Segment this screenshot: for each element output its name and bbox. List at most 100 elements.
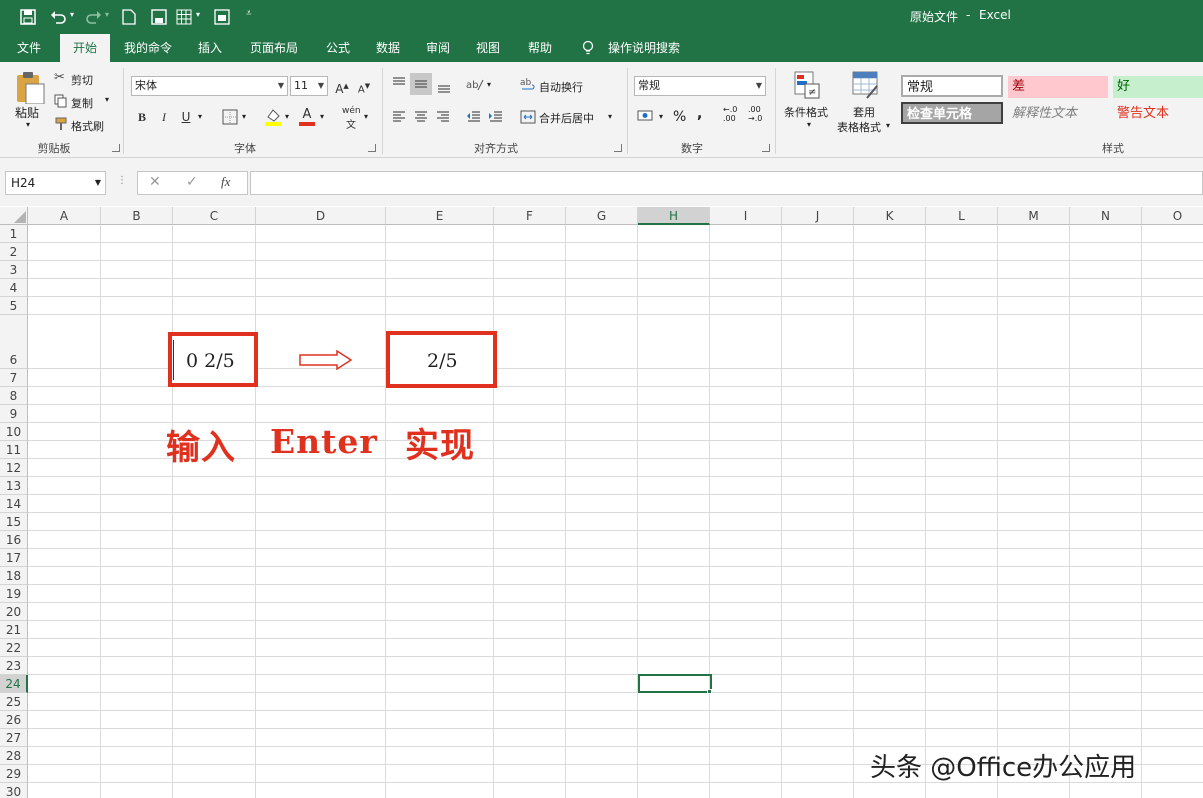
font-color-dropdown-icon[interactable]: ▾	[320, 112, 324, 121]
clipboard-launcher-icon[interactable]	[112, 144, 120, 152]
copy-dropdown-icon[interactable]: ▾	[105, 95, 109, 104]
grow-font-button[interactable]: A▲	[333, 77, 351, 96]
window-icon[interactable]	[214, 9, 230, 25]
insert-function-icon[interactable]: fx	[221, 174, 230, 190]
format-as-table-button[interactable]: 表格格式	[837, 119, 881, 135]
column-header-h[interactable]: H	[638, 207, 710, 225]
row-header-9[interactable]: 9	[0, 405, 28, 423]
phonetic-icon-char[interactable]: 文	[346, 116, 356, 131]
conditional-dropdown-icon[interactable]: ▾	[807, 120, 811, 129]
format-painter-button[interactable]: 格式刷	[71, 118, 104, 134]
enter-icon[interactable]: ✓	[186, 174, 198, 190]
number-format-combo[interactable]: 常规 ▼	[634, 76, 766, 96]
table-icon[interactable]	[176, 9, 192, 25]
undo-icon[interactable]	[50, 9, 66, 25]
row-header-23[interactable]: 23	[0, 657, 28, 675]
phonetic-dropdown-icon[interactable]: ▾	[364, 112, 368, 121]
decrease-indent-icon[interactable]	[466, 109, 482, 125]
table-dropdown-icon[interactable]: ▾	[196, 10, 200, 19]
column-header-e[interactable]: E	[386, 207, 494, 225]
tab-file[interactable]: 文件	[6, 34, 52, 62]
name-box[interactable]: H24 ▼	[5, 171, 106, 195]
row-header-18[interactable]: 18	[0, 567, 28, 585]
align-right-icon[interactable]	[435, 109, 451, 125]
row-header-4[interactable]: 4	[0, 279, 28, 297]
row-header-13[interactable]: 13	[0, 477, 28, 495]
phonetic-icon[interactable]: wén	[342, 106, 361, 116]
new-file-icon[interactable]	[122, 9, 136, 25]
row-header-20[interactable]: 20	[0, 603, 28, 621]
tab-view[interactable]: 视图	[468, 34, 508, 62]
row-header-2[interactable]: 2	[0, 243, 28, 261]
align-center-icon[interactable]	[413, 109, 429, 125]
align-middle-button[interactable]	[410, 73, 432, 95]
column-header-d[interactable]: D	[256, 207, 386, 225]
fill-color-dropdown-icon[interactable]: ▾	[285, 112, 289, 121]
redo-icon[interactable]	[86, 9, 102, 25]
result-cell-value[interactable]: 2/5	[427, 350, 458, 372]
column-header-j[interactable]: J	[782, 207, 854, 225]
increase-decimal-button[interactable]: ←.0 .00	[723, 105, 737, 123]
number-launcher-icon[interactable]	[762, 144, 770, 152]
tab-page-layout[interactable]: 页面布局	[242, 34, 306, 62]
row-header-16[interactable]: 16	[0, 531, 28, 549]
row-header-27[interactable]: 27	[0, 729, 28, 747]
row-header-12[interactable]: 12	[0, 459, 28, 477]
tab-my-commands[interactable]: 我的命令	[118, 34, 178, 62]
font-name-combo[interactable]: 宋体 ▼	[131, 76, 288, 96]
row-header-8[interactable]: 8	[0, 387, 28, 405]
increase-indent-icon[interactable]	[488, 109, 504, 125]
currency-dropdown-icon[interactable]: ▾	[659, 112, 663, 121]
column-header-m[interactable]: M	[998, 207, 1070, 225]
row-header-22[interactable]: 22	[0, 639, 28, 657]
shrink-font-button[interactable]: A▼	[355, 77, 373, 95]
row-header-25[interactable]: 25	[0, 693, 28, 711]
copy-icon[interactable]	[54, 94, 68, 108]
column-header-a[interactable]: A	[28, 207, 101, 225]
select-all-corner[interactable]	[0, 207, 28, 225]
merge-center-icon[interactable]	[520, 109, 536, 125]
row-header-24[interactable]: 24	[0, 675, 28, 693]
tab-help[interactable]: 帮助	[520, 34, 560, 62]
paste-button[interactable]: 粘贴	[15, 104, 39, 121]
customize-qat-icon[interactable]: ⩡	[246, 8, 252, 19]
row-header-15[interactable]: 15	[0, 513, 28, 531]
font-launcher-icon[interactable]	[368, 144, 376, 152]
column-header-g[interactable]: G	[566, 207, 638, 225]
tab-home[interactable]: 开始	[60, 34, 110, 62]
tab-formulas[interactable]: 公式	[318, 34, 358, 62]
row-header-14[interactable]: 14	[0, 495, 28, 513]
merge-center-button[interactable]: 合并后居中	[539, 110, 594, 126]
format-painter-icon[interactable]	[54, 117, 68, 131]
font-color-icon[interactable]: A	[298, 107, 316, 127]
column-header-l[interactable]: L	[926, 207, 998, 225]
input-cell-value[interactable]: 0 2/5	[186, 350, 235, 372]
align-bottom-icon[interactable]	[436, 78, 452, 94]
row-header-7[interactable]: 7	[0, 369, 28, 387]
borders-icon[interactable]	[222, 109, 238, 125]
merge-dropdown-icon[interactable]: ▾	[608, 112, 612, 121]
paste-dropdown-icon[interactable]: ▾	[26, 120, 30, 129]
align-top-icon[interactable]	[391, 76, 407, 92]
undo-dropdown-icon[interactable]: ▾	[70, 10, 74, 19]
save-as-icon[interactable]	[151, 9, 167, 25]
format-table-dropdown-icon[interactable]: ▾	[886, 121, 890, 130]
redo-dropdown-icon[interactable]: ▾	[105, 10, 109, 19]
tell-me-search[interactable]: 操作说明搜索	[604, 34, 684, 62]
fill-color-icon[interactable]	[264, 107, 282, 127]
column-header-b[interactable]: B	[101, 207, 173, 225]
decrease-decimal-button[interactable]: .00 →.0	[748, 105, 762, 123]
column-header-f[interactable]: F	[494, 207, 566, 225]
currency-icon[interactable]	[637, 108, 655, 124]
bold-button[interactable]: B	[133, 108, 151, 126]
percent-button[interactable]: %	[673, 109, 686, 125]
style-bad[interactable]: 差	[1008, 76, 1108, 98]
orientation-icon[interactable]: ab	[466, 76, 484, 92]
more-options-icon[interactable]: ⋮	[117, 175, 127, 186]
row-header-21[interactable]: 21	[0, 621, 28, 639]
borders-dropdown-icon[interactable]: ▾	[242, 112, 246, 121]
row-header-5[interactable]: 5	[0, 297, 28, 315]
underline-button[interactable]: U	[177, 108, 195, 126]
font-size-combo[interactable]: 11 ▼	[290, 76, 328, 96]
alignment-launcher-icon[interactable]	[614, 144, 622, 152]
